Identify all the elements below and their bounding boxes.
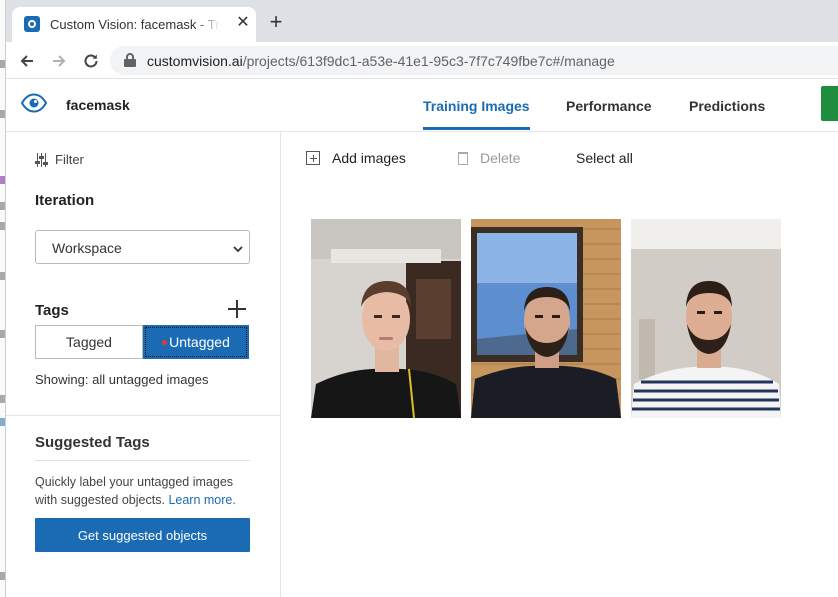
image-thumbnail[interactable]	[311, 219, 461, 418]
learn-more-link[interactable]: Learn more.	[168, 493, 235, 507]
suggested-tags-heading: Suggested Tags	[35, 434, 150, 451]
get-suggested-objects-button[interactable]: Get suggested objects	[35, 518, 250, 552]
divider	[6, 415, 281, 416]
tab-predictions[interactable]: Predictions	[689, 98, 765, 114]
add-image-icon	[306, 151, 320, 165]
custom-vision-favicon-icon	[24, 16, 40, 32]
add-tag-icon[interactable]	[227, 299, 247, 319]
forward-arrow-icon[interactable]	[48, 50, 70, 72]
custom-vision-eye-icon[interactable]	[20, 93, 48, 113]
reload-icon[interactable]	[80, 50, 102, 72]
select-all-button[interactable]: Select all	[576, 150, 633, 166]
browser-tab[interactable]: Custom Vision: facemask - Training Image…	[12, 7, 256, 42]
delete-label: Delete	[480, 150, 521, 166]
iteration-selected-value: Workspace	[52, 240, 122, 256]
image-thumbnail[interactable]	[631, 219, 781, 418]
tagged-filter-button[interactable]: Tagged	[35, 325, 143, 359]
filter-icon	[35, 152, 49, 167]
new-tab-button[interactable]: +	[264, 11, 288, 35]
tab-performance[interactable]: Performance	[566, 98, 652, 114]
url-text: customvision.ai/projects/613f9dc1-a53e-4…	[147, 53, 615, 69]
app-header: facemask Training Images Performance Pre…	[6, 80, 838, 132]
tab-training-images[interactable]: Training Images	[423, 98, 530, 130]
tab-title: Custom Vision: facemask - Training Image…	[50, 17, 220, 32]
project-name[interactable]: facemask	[66, 97, 130, 113]
showing-status: Showing: all untagged images	[35, 372, 209, 387]
divider	[35, 460, 250, 461]
lock-icon	[124, 53, 136, 67]
tags-heading: Tags	[35, 302, 69, 319]
filter-button[interactable]: Filter	[35, 152, 84, 167]
filter-label: Filter	[55, 152, 84, 167]
back-arrow-icon[interactable]	[16, 50, 38, 72]
untagged-filter-button[interactable]: Untagged	[143, 325, 249, 359]
add-images-label: Add images	[332, 150, 406, 166]
address-bar[interactable]: customvision.ai/projects/613f9dc1-a53e-4…	[110, 46, 838, 75]
sidebar: Filter Iteration Workspace Tags Tagged U…	[6, 132, 281, 597]
image-thumbnail[interactable]	[471, 219, 621, 418]
suggested-tags-description: Quickly label your untagged images with …	[35, 475, 236, 507]
iteration-heading: Iteration	[35, 192, 95, 209]
train-button[interactable]	[821, 86, 838, 121]
browser-toolbar: customvision.ai/projects/613f9dc1-a53e-4…	[6, 42, 838, 79]
add-images-button[interactable]: Add images	[306, 150, 406, 166]
chevron-down-icon	[233, 241, 243, 253]
trash-icon	[458, 151, 468, 165]
delete-button[interactable]: Delete	[458, 150, 520, 166]
browser-tab-strip: Custom Vision: facemask - Training Image…	[6, 0, 838, 42]
iteration-select[interactable]: Workspace	[35, 230, 250, 264]
close-tab-icon[interactable]: ✕	[234, 14, 252, 32]
untagged-label: Untagged	[169, 334, 230, 350]
cursor-dot	[162, 339, 168, 345]
